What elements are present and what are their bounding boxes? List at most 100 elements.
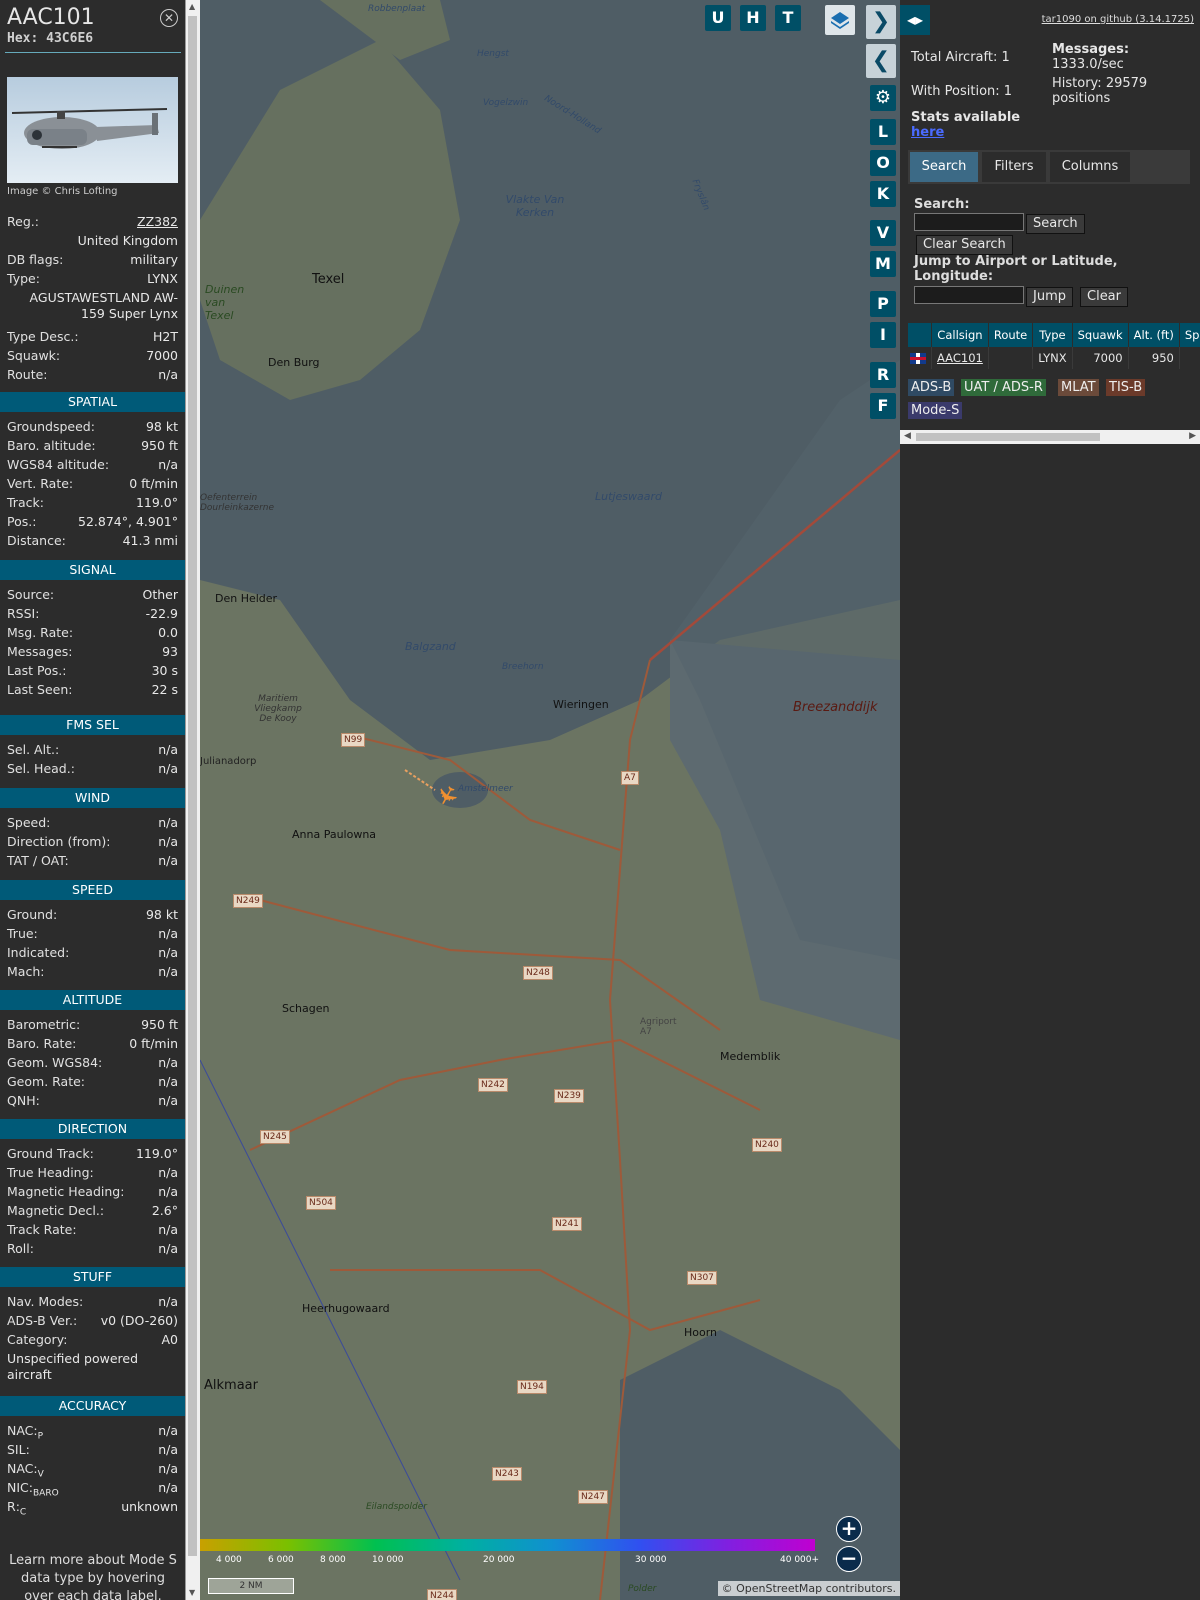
map-canvas[interactable] <box>200 0 900 1600</box>
section-fms: FMS SEL <box>0 715 185 735</box>
map-button-t[interactable]: T <box>775 5 801 31</box>
field-label: SIL: <box>7 1442 30 1457</box>
table-header[interactable]: Route <box>988 323 1034 347</box>
accuracy-row: SIL: n/a <box>7 1442 178 1458</box>
search-input[interactable] <box>914 213 1024 231</box>
field-label: NAC <box>7 1461 34 1476</box>
map-place-label: Julianadorp <box>200 756 257 767</box>
field-value: n/a <box>158 1442 178 1457</box>
scroll-thumb[interactable] <box>188 16 197 1556</box>
field-label: Ground Track: <box>7 1146 94 1161</box>
tab-search[interactable]: Search <box>910 152 978 182</box>
speed-row: Indicated: n/a <box>7 945 178 961</box>
info-scrollbar[interactable]: ▲ ▼ <box>185 0 200 1600</box>
field-value: n/a <box>158 964 178 979</box>
field-label: Groundspeed: <box>7 419 95 434</box>
color-scale-tick: 30 000 <box>635 1555 667 1565</box>
scroll-down-icon[interactable]: ▼ <box>189 1588 195 1597</box>
gear-icon[interactable]: ⚙ <box>870 85 896 111</box>
search-label: Search: <box>914 197 970 212</box>
toggle-sidebar-icon[interactable]: ◂▸ <box>900 5 930 35</box>
road-label: N239 <box>554 1089 584 1103</box>
map-attribution[interactable]: © OpenStreetMap contributors. <box>717 1581 900 1596</box>
field-label: Speed: <box>7 815 51 830</box>
zoom-out-button[interactable]: − <box>836 1546 862 1572</box>
field-value: 30 s <box>151 663 178 678</box>
field-label-subscript: BARO <box>32 1488 59 1499</box>
map-button-p[interactable]: P <box>870 291 896 317</box>
color-scale-tick: 20 000 <box>483 1555 515 1565</box>
github-link[interactable]: tar1090 on github (3.14.1725) <box>1042 14 1194 25</box>
field-value: 98 kt <box>145 907 178 922</box>
divider <box>5 52 181 53</box>
field-value: n/a <box>158 945 178 960</box>
field-value: 0.0 <box>158 625 178 640</box>
map-button-m[interactable]: M <box>870 251 896 277</box>
zoom-in-button[interactable]: + <box>836 1516 862 1542</box>
scroll-left-icon[interactable]: ◀ <box>904 431 911 441</box>
road-label: N245 <box>260 1130 290 1144</box>
spatial-row: WGS84 altitude: n/a <box>7 457 178 473</box>
field-label: TAT / OAT: <box>7 853 69 868</box>
map-place-label: Duinen van Texel <box>205 283 245 322</box>
map-button-u[interactable]: U <box>705 5 731 31</box>
map-place-label: Robbenplaat <box>368 4 426 14</box>
table-header[interactable]: Alt. (ft) <box>1128 323 1180 347</box>
chevron-right-icon[interactable]: ❯ <box>866 5 896 39</box>
map-button-i[interactable]: I <box>870 322 896 348</box>
wind-row: Direction (from): n/a <box>7 834 178 850</box>
stuff-row: Category: A0 <box>7 1332 178 1348</box>
jump-button[interactable]: Jump <box>1026 287 1073 307</box>
scroll-right-icon[interactable]: ▶ <box>1189 431 1196 441</box>
field-value: n/a <box>158 1184 178 1199</box>
field-label: Sel. Head.: <box>7 761 75 776</box>
search-button[interactable]: Search <box>1026 214 1085 234</box>
table-row[interactable]: AAC101 LYNX 7000 950 <box>908 347 1200 369</box>
table-header[interactable]: Squawk <box>1072 323 1129 347</box>
messages-value: 1333.0/sec <box>1052 57 1124 72</box>
section-speed: SPEED <box>0 880 185 900</box>
field-value: n/a <box>158 742 178 757</box>
jump-input[interactable] <box>914 286 1024 304</box>
clear-button[interactable]: Clear <box>1080 287 1128 307</box>
stats-link[interactable]: here <box>911 125 944 140</box>
direction-row: Roll: n/a <box>7 1241 178 1257</box>
layers-icon[interactable] <box>825 5 855 35</box>
country-row: United Kingdom <box>7 233 178 249</box>
signal-row: Last Pos.: 30 s <box>7 663 178 679</box>
chevron-left-icon[interactable]: ❮ <box>866 44 896 78</box>
map-place-label: Vogelzwin <box>483 98 529 108</box>
map-button-f[interactable]: F <box>870 393 896 419</box>
table-header[interactable]: Callsign <box>931 323 989 347</box>
signal-row: Msg. Rate: 0.0 <box>7 625 178 641</box>
callsign-cell[interactable]: AAC101 <box>931 347 989 369</box>
scroll-thumb[interactable] <box>916 433 1100 441</box>
tab-filters[interactable]: Filters <box>982 152 1046 182</box>
map-button-o[interactable]: O <box>870 150 896 176</box>
field-value: n/a <box>158 1074 178 1089</box>
map-place-label: Oefenterrein Dourleinkazerne <box>200 493 275 513</box>
stuff-row: Unspecified powered aircraft <box>7 1351 178 1383</box>
scroll-up-icon[interactable]: ▲ <box>189 2 195 11</box>
map-place-label: Vlakte Van Kerken <box>505 193 565 219</box>
table-header[interactable]: Type <box>1032 323 1073 347</box>
map-button-r[interactable]: R <box>870 362 896 388</box>
map[interactable]: Texel Den Burg Den Helder Anna Paulowna … <box>200 0 900 1600</box>
clear-search-button[interactable]: Clear Search <box>916 235 1013 255</box>
map-button-k[interactable]: K <box>870 181 896 207</box>
map-button-l[interactable]: L <box>870 119 896 145</box>
registration-link[interactable]: ZZ382 <box>137 214 178 230</box>
map-button-v[interactable]: V <box>870 220 896 246</box>
section-spatial: SPATIAL <box>0 392 185 412</box>
tab-columns[interactable]: Columns <box>1050 152 1130 182</box>
table-hscrollbar[interactable]: ◀ ▶ <box>900 430 1200 444</box>
road-label: N241 <box>552 1217 582 1231</box>
map-button-h[interactable]: H <box>740 5 766 31</box>
aircraft-photo[interactable] <box>7 77 178 183</box>
table-header[interactable]: Spd. <box>1179 323 1200 347</box>
close-icon[interactable]: ✕ <box>160 9 178 27</box>
map-place-label: Wieringen <box>553 698 609 711</box>
field-label: True Heading: <box>7 1165 94 1180</box>
with-position: With Position: 1 <box>911 84 1013 99</box>
road-label: A7 <box>621 771 639 785</box>
